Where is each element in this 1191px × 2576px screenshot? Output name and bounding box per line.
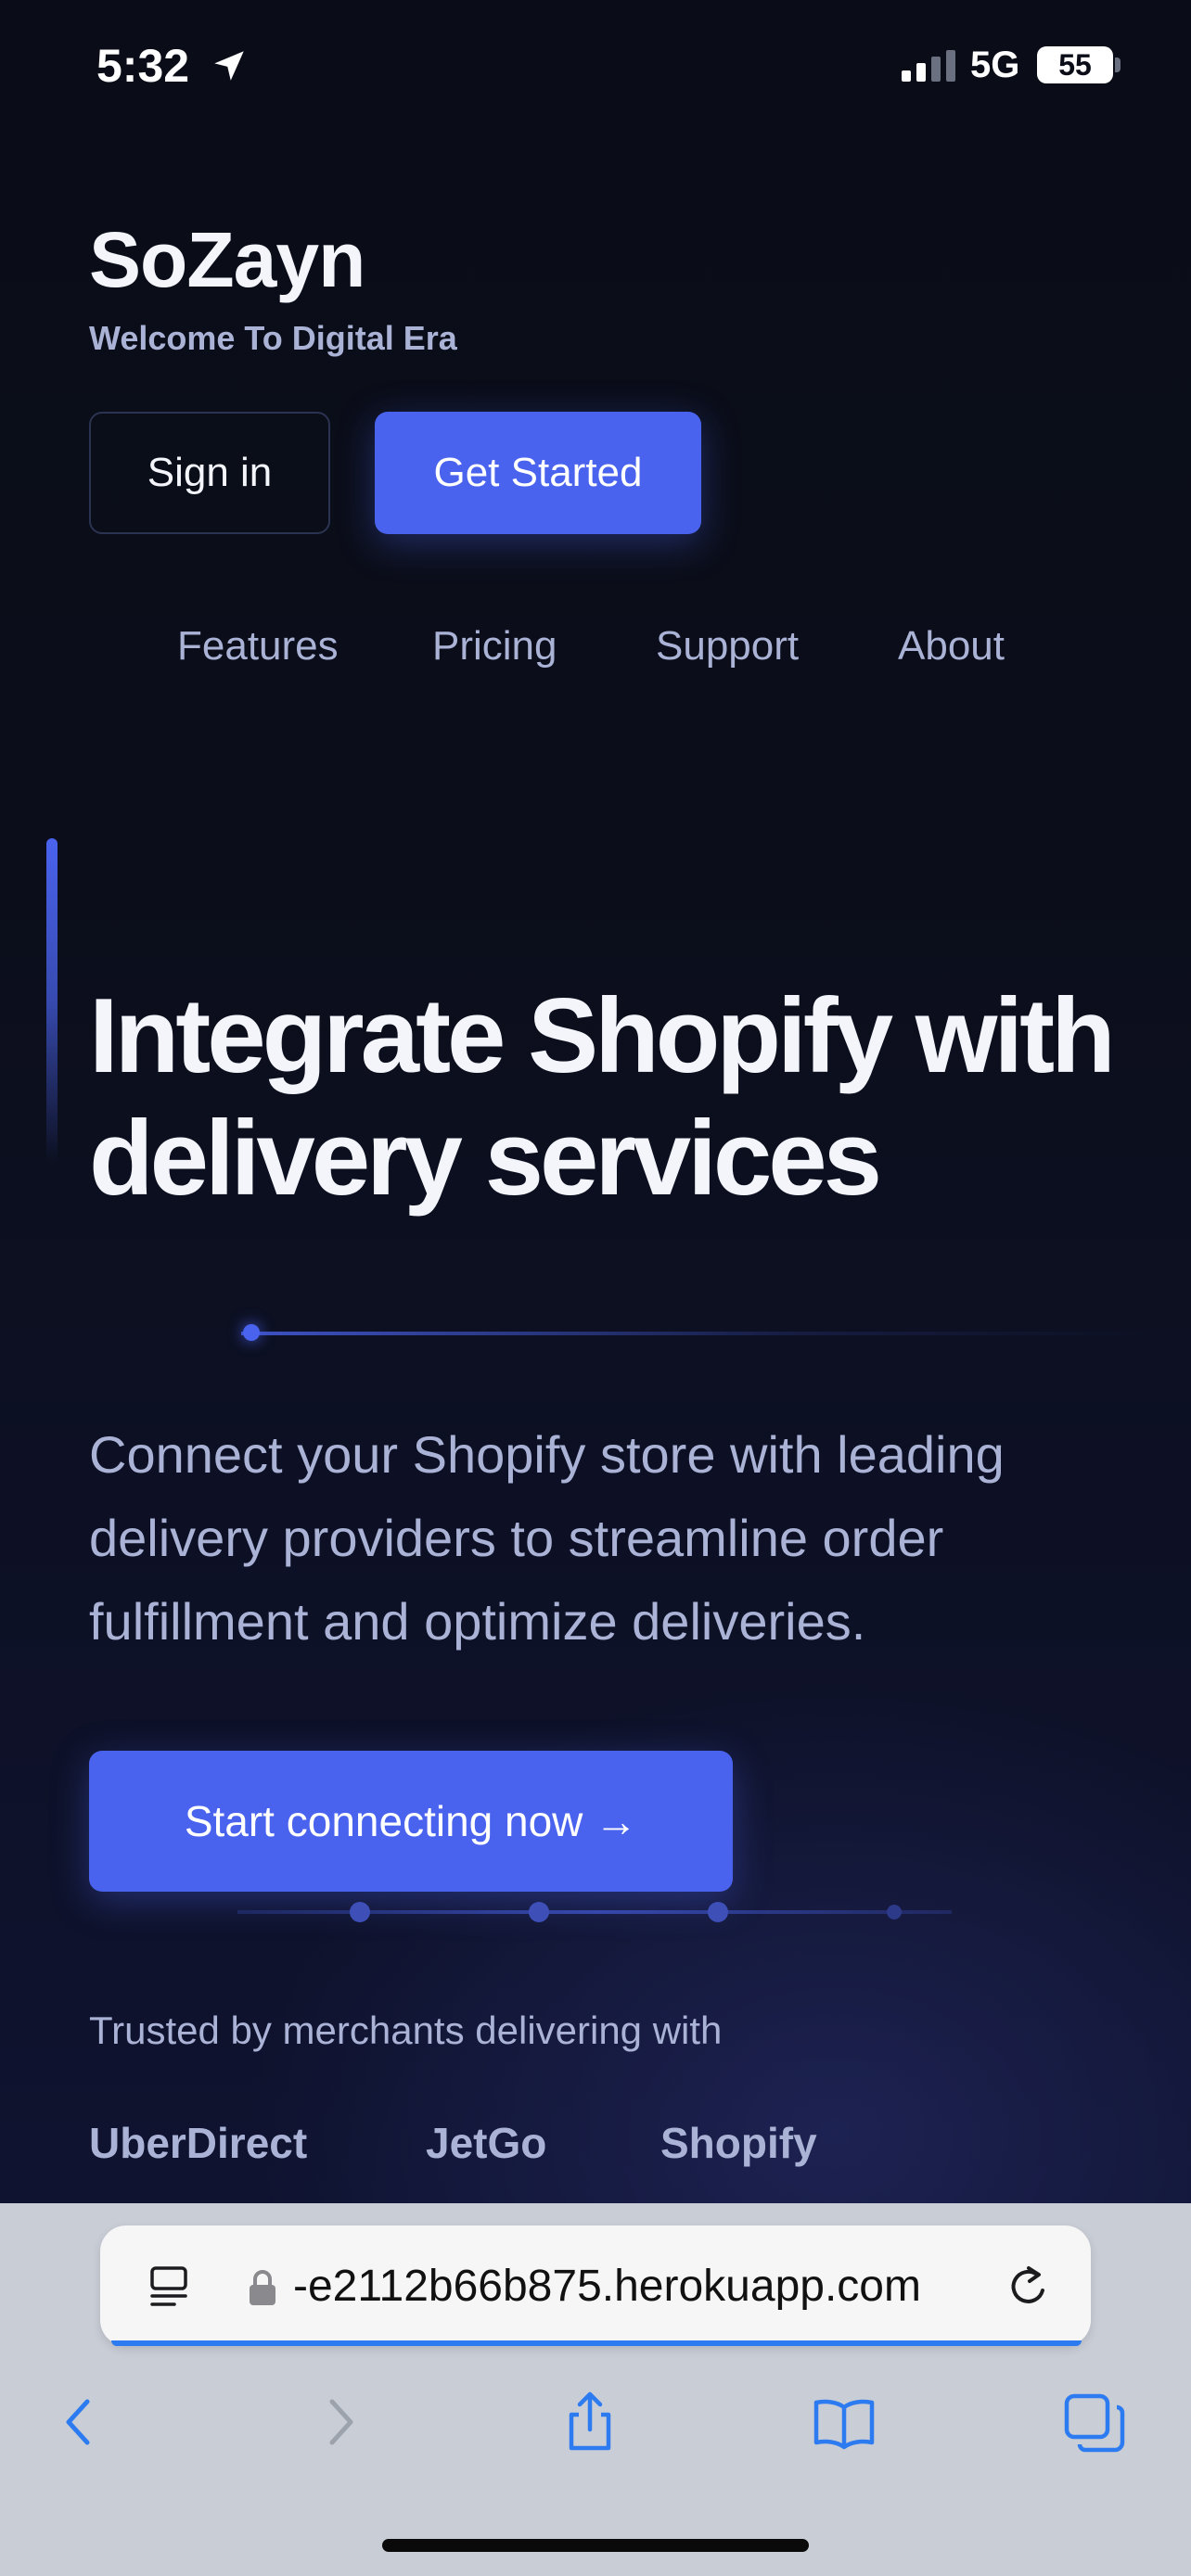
track-dot: [708, 1902, 728, 1922]
bookmarks-icon[interactable]: [811, 2389, 877, 2455]
track-dot: [529, 1902, 549, 1922]
brand-tagline: Welcome To Digital Era: [89, 319, 457, 357]
nav-link-support[interactable]: Support: [656, 623, 799, 670]
home-indicator[interactable]: [382, 2539, 809, 2552]
nav-link-features[interactable]: Features: [177, 623, 339, 670]
status-bar: 5:32 5G 55: [0, 0, 1191, 130]
nav-link-pricing[interactable]: Pricing: [432, 623, 557, 670]
status-time: 5:32: [96, 40, 190, 92]
trusted-label: Trusted by merchants delivering with: [89, 2009, 723, 2052]
partner-logo-jetgo: JetGo: [426, 2119, 547, 2167]
main-nav: Features Pricing Support About: [0, 623, 1191, 688]
url-text[interactable]: -e2112b66b875.herokuapp.com: [293, 2261, 921, 2312]
reload-icon[interactable]: [1004, 2261, 1054, 2313]
hero-description: Connect your Shopify store with leading …: [89, 1425, 1005, 1651]
partner-logo-uberdirect: UberDirect: [89, 2119, 308, 2167]
get-started-button[interactable]: Get Started: [375, 412, 701, 534]
hero-decorative-dot: [243, 1324, 260, 1341]
back-icon[interactable]: [46, 2389, 113, 2455]
signin-button[interactable]: Sign in: [89, 412, 330, 534]
forward-icon[interactable]: [306, 2389, 373, 2455]
battery-tip: [1115, 57, 1121, 72]
hero-accent-bar: [46, 838, 58, 1163]
nav-link-about[interactable]: About: [898, 623, 1005, 670]
brand-logo[interactable]: SoZayn: [89, 215, 365, 305]
decorative-track: [237, 1910, 952, 1914]
partner-logo-shopify: Shopify: [660, 2119, 817, 2167]
reader-mode-icon[interactable]: [147, 2263, 195, 2311]
signal-icon: [902, 50, 955, 82]
track-dot: [350, 1902, 370, 1922]
location-arrow-icon: [214, 51, 244, 81]
hero-heading: Integrate Shopify with delivery services: [89, 977, 1116, 1218]
share-icon[interactable]: [557, 2389, 623, 2455]
network-label: 5G: [970, 45, 1020, 85]
lock-icon: [250, 2270, 275, 2305]
track-dot: [887, 1905, 902, 1919]
tabs-icon[interactable]: [1061, 2389, 1128, 2455]
battery-icon: 55: [1037, 46, 1113, 83]
hero-decorative-line: [241, 1332, 1169, 1335]
start-connecting-button[interactable]: Start connecting now →: [89, 1751, 733, 1892]
page-load-progress: [111, 2340, 1082, 2346]
